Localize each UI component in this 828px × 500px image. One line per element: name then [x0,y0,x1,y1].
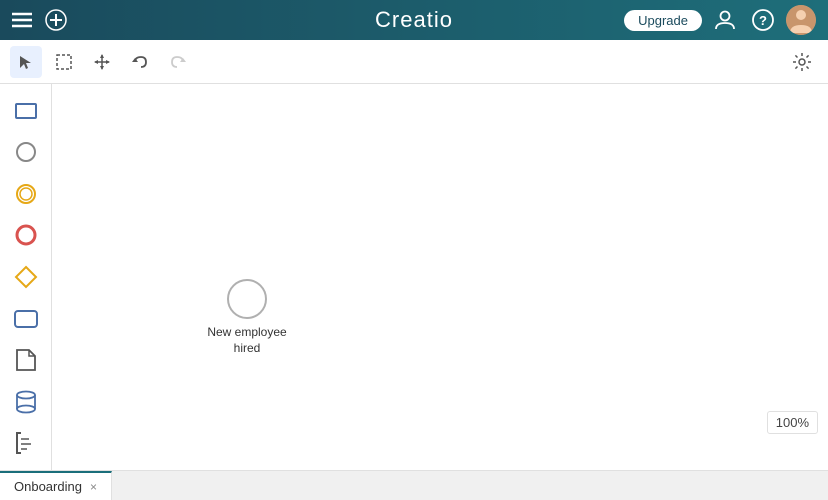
user-icon-button[interactable] [710,5,740,35]
sidebar-item-intermediate-event[interactable] [7,175,45,213]
sidebar-item-gateway[interactable] [7,258,45,296]
header-right: Upgrade ? [624,5,816,35]
sidebar-item-document[interactable] [7,341,45,379]
start-event-node[interactable]: New employee hired [207,279,287,356]
sidebar-item-data-store[interactable] [7,383,45,421]
help-icon-button[interactable]: ? [748,5,778,35]
tab-close-button[interactable]: × [90,480,97,494]
add-button[interactable] [42,6,70,34]
app-header: Creatio Upgrade ? [0,0,828,40]
avatar[interactable] [786,5,816,35]
toolbar [0,40,828,84]
sidebar-item-subprocess[interactable] [7,300,45,338]
header-center: Creatio [375,7,453,33]
sidebar-item-annotation[interactable] [7,425,45,463]
upgrade-button[interactable]: Upgrade [624,10,702,31]
box-select-tool-button[interactable] [48,46,80,78]
sidebar-item-rectangle[interactable] [7,92,45,130]
select-tool-button[interactable] [10,46,42,78]
sidebar [0,84,52,470]
redo-button[interactable] [162,46,194,78]
move-tool-button[interactable] [86,46,118,78]
sidebar-item-end-event[interactable] [7,217,45,255]
settings-button[interactable] [786,46,818,78]
undo-button[interactable] [124,46,156,78]
tab-label: Onboarding [14,479,82,494]
canvas[interactable]: New employee hired 100% [52,84,828,470]
hamburger-button[interactable] [12,12,32,28]
zoom-indicator: 100% [767,411,818,434]
header-left [12,6,70,34]
app-logo: Creatio [375,7,453,32]
main-area: New employee hired 100% [0,84,828,470]
svg-text:?: ? [759,13,767,28]
tab-onboarding[interactable]: Onboarding × [0,471,112,500]
sidebar-item-circle[interactable] [7,134,45,172]
node-shape [227,279,267,319]
footer-tabs: Onboarding × [0,470,828,500]
node-label: New employee hired [207,325,287,356]
